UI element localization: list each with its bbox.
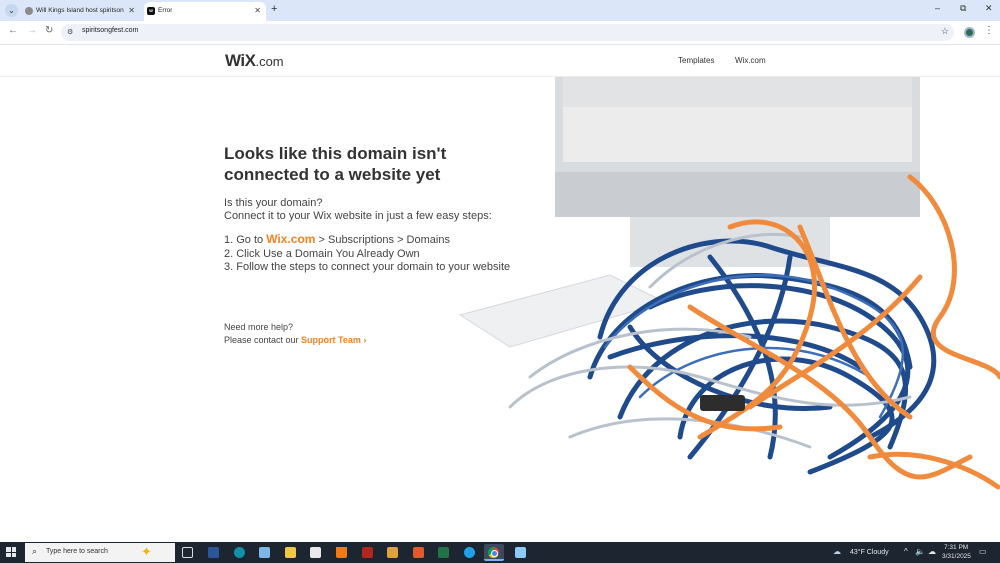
profile-avatar[interactable] (964, 27, 975, 38)
back-arrow-icon[interactable]: ← (8, 25, 18, 36)
help-contact: Please contact our Support Team › (224, 334, 367, 345)
web-page: WiX.com Templates Wix.com Looks like thi… (0, 46, 1000, 542)
browser-tab-strip: ⌄ Will Kings Island host spiritsong ✕ W … (0, 0, 1000, 21)
forward-arrow-icon[interactable]: → (27, 25, 37, 36)
media-app-icon[interactable] (362, 547, 373, 558)
photos-icon[interactable] (259, 547, 270, 558)
step-2: 2. Click Use a Domain You Already Own (224, 247, 420, 260)
wix-logo[interactable]: WiX.com (225, 51, 284, 71)
nav-link-templates[interactable]: Templates (678, 56, 714, 65)
main-message: Looks like this domain isn't connected t… (224, 143, 510, 347)
page-title: Looks like this domain isn't connected t… (224, 144, 447, 184)
new-tab-button[interactable]: + (271, 3, 277, 15)
taskbar-search-box[interactable]: ⌕ Type here to search ✦ (25, 543, 175, 562)
file-explorer-icon[interactable] (285, 547, 296, 558)
minimize-button[interactable]: – (935, 3, 940, 13)
task-view-icon[interactable] (182, 547, 193, 558)
site-info-icon[interactable]: ⚙ (67, 28, 76, 36)
store-icon[interactable] (310, 547, 321, 558)
vlc-icon[interactable] (336, 547, 347, 558)
step-1: 1. Go to Wix.com > Subscriptions > Domai… (224, 232, 450, 246)
excel-icon[interactable] (438, 547, 449, 558)
tab-title: Error (158, 7, 173, 14)
internet-explorer-icon[interactable] (464, 547, 475, 558)
windows-start-icon[interactable] (6, 547, 16, 557)
tangled-cables-illustration (458, 77, 1000, 490)
browser-toolbar: ← → ↻ ⚙ spiritsongfest.com ☆ ⋮ (0, 21, 1000, 45)
edge-icon[interactable] (234, 547, 245, 558)
network-icon[interactable]: ☁ (928, 547, 936, 556)
tab-close-icon[interactable]: ✕ (254, 2, 261, 19)
browser-tab[interactable]: Will Kings Island host spiritsong ✕ (22, 2, 140, 21)
word-icon[interactable] (208, 547, 219, 558)
weather-text[interactable]: 43°F Cloudy (850, 549, 889, 556)
pdf-app-icon[interactable] (413, 547, 424, 558)
chrome-taskbar-button[interactable] (484, 544, 504, 561)
reload-icon[interactable]: ↻ (45, 25, 53, 36)
chrome-icon (488, 547, 499, 558)
steps-list: 1. Go to Wix.com > Subscriptions > Domai… (224, 232, 511, 275)
help-title: Need more help? (224, 321, 294, 332)
volume-icon[interactable]: 🔈 (915, 547, 925, 556)
nav-link-wix[interactable]: Wix.com (735, 56, 766, 65)
site-header: WiX.com Templates Wix.com (0, 46, 1000, 77)
clock-date[interactable]: 3/31/2025 (942, 553, 971, 560)
address-bar[interactable]: ⚙ spiritsongfest.com ☆ (61, 24, 954, 41)
site-favicon-icon (25, 7, 33, 15)
bookmark-star-icon[interactable]: ☆ (941, 26, 949, 37)
tab-title: Will Kings Island host spiritsong (36, 7, 124, 14)
step-3: 3. Follow the steps to connect your doma… (224, 261, 511, 273)
taskbar-search-placeholder: Type here to search (46, 548, 108, 555)
instructions-intro: Is this your domain? Connect it to your … (224, 197, 492, 222)
close-window-button[interactable]: ✕ (985, 3, 993, 14)
url-text[interactable]: spiritsongfest.com (82, 27, 138, 34)
browser-menu-icon[interactable]: ⋮ (984, 25, 994, 36)
windows-taskbar: ⌕ Type here to search ✦ ☁ 43°F Cloudy ^ … (0, 542, 1000, 563)
media-player-icon[interactable] (387, 547, 398, 558)
tab-search-button[interactable]: ⌄ (5, 4, 18, 17)
search-icon: ⌕ (32, 546, 38, 556)
tab-close-icon[interactable]: ✕ (128, 2, 135, 19)
search-highlight-icon: ✦ (141, 544, 152, 559)
wix-link[interactable]: Wix.com (266, 232, 315, 246)
tray-chevron-icon[interactable]: ^ (904, 547, 908, 556)
wix-favicon-icon: W (147, 7, 155, 15)
clock-time[interactable]: 7:31 PM (944, 544, 968, 551)
restore-button[interactable]: ⧉ (960, 3, 966, 14)
mail-icon[interactable] (515, 547, 526, 558)
help-section: Need more help? Please contact our Suppo… (224, 321, 510, 347)
weather-cloud-icon: ☁ (833, 547, 841, 556)
browser-tab-active[interactable]: W Error ✕ (144, 2, 266, 21)
notifications-icon[interactable]: ▭ (979, 547, 987, 556)
support-team-link[interactable]: Support Team › (301, 335, 366, 345)
